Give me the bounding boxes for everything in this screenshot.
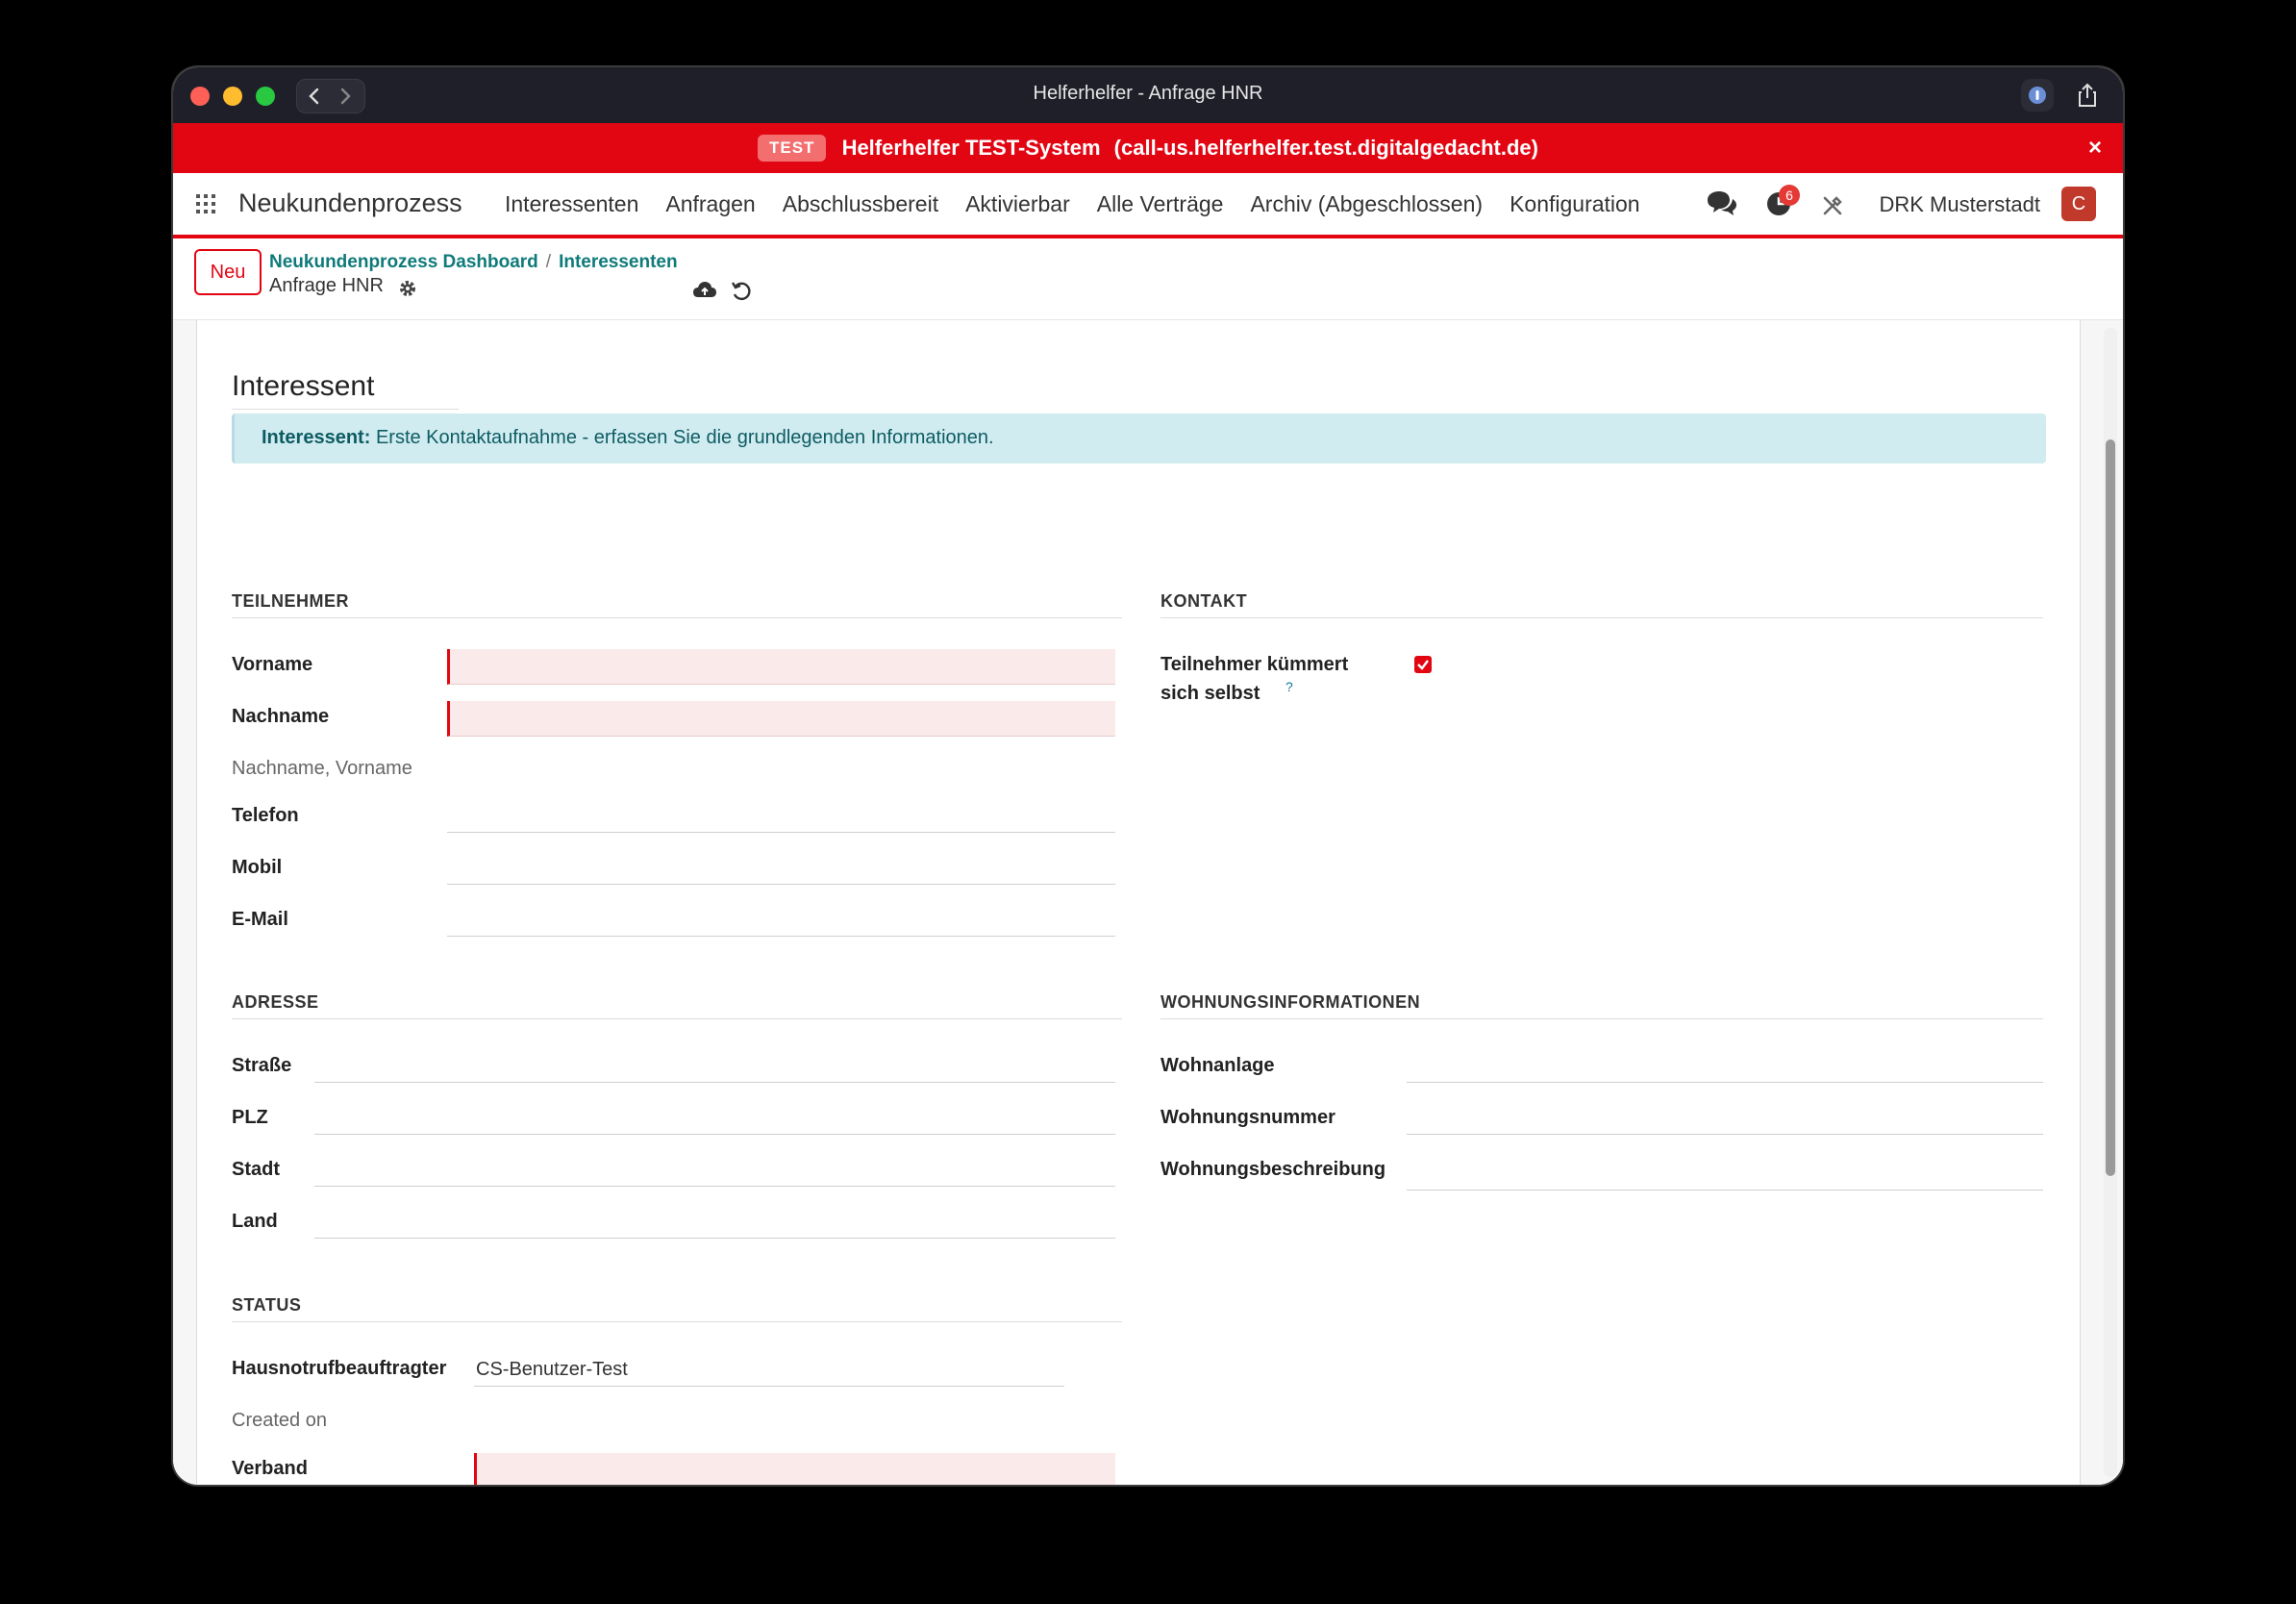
banner-close-button[interactable]: × <box>2088 135 2102 162</box>
label-telefon: Telefon <box>232 805 299 826</box>
checkmark-icon <box>1417 660 1429 670</box>
label-mobil: Mobil <box>232 857 283 878</box>
shield-icon <box>2029 87 2046 104</box>
stadt-input[interactable] <box>314 1151 1115 1187</box>
label-vorname: Vorname <box>232 654 313 675</box>
label-email: E-Mail <box>232 909 288 930</box>
hausnotrufbeauftragter-value: CS-Benutzer-Test <box>476 1359 628 1380</box>
wohnungsbeschreibung-textarea[interactable] <box>1407 1151 2043 1190</box>
alert-message: Erste Kontaktaufnahme - erfassen Sie die… <box>375 427 994 448</box>
window-title: Helferhelfer - Anfrage HNR <box>1033 83 1263 104</box>
title-bar: Helferhelfer - Anfrage HNR <box>173 67 2123 123</box>
user-avatar[interactable]: C <box>2061 187 2096 221</box>
scrollbar-thumb[interactable] <box>2106 439 2115 1176</box>
debug-tools-icon[interactable] <box>1821 194 1844 217</box>
section-kontakt: KONTAKT <box>1160 591 2043 618</box>
verband-select[interactable] <box>474 1453 1115 1485</box>
telefon-input[interactable] <box>447 797 1115 833</box>
wohnungsnummer-input[interactable] <box>1407 1099 2043 1135</box>
test-system-name: Helferhelfer TEST-System <box>841 136 1101 160</box>
breadcrumb: Neukundenprozess Dashboard / Interessenten <box>269 252 678 273</box>
app-brand[interactable]: Neukundenprozess <box>238 188 462 218</box>
label-land: Land <box>232 1211 278 1232</box>
section-wohnung: WOHNUNGSINFORMATIONEN <box>1160 992 2043 1019</box>
plz-input[interactable] <box>314 1099 1115 1135</box>
label-wohnungsnummer: Wohnungsnummer <box>1160 1107 1335 1128</box>
menu-archiv[interactable]: Archiv (Abgeschlossen) <box>1250 191 1483 216</box>
gear-icon[interactable] <box>398 279 417 298</box>
self-care-checkbox[interactable] <box>1414 656 1432 673</box>
browser-window: Helferhelfer - Anfrage HNR TEST Helferhe… <box>173 67 2123 1485</box>
label-plz: PLZ <box>232 1107 268 1128</box>
label-wohnanlage: Wohnanlage <box>1160 1055 1275 1076</box>
email-input[interactable] <box>447 901 1115 937</box>
menu-konfiguration[interactable]: Konfiguration <box>1510 191 1640 216</box>
breadcrumb-interessenten[interactable]: Interessenten <box>559 252 678 272</box>
vertical-scrollbar[interactable] <box>2104 328 2117 1477</box>
section-adresse: ADRESSE <box>232 992 1122 1019</box>
hausnotrufbeauftragter-select[interactable]: CS-Benutzer-Test <box>474 1351 1064 1387</box>
section-teilnehmer: TEILNEHMER <box>232 591 1122 618</box>
discard-undo-icon[interactable] <box>731 281 752 302</box>
form-view: Interessent Interessent: Erste Kontaktau… <box>173 320 2123 1485</box>
menu-alle-vertraege[interactable]: Alle Verträge <box>1097 191 1224 216</box>
label-self-care-line2: sich selbst <box>1160 683 1260 704</box>
menu-abschlussbereit[interactable]: Abschlussbereit <box>783 191 938 216</box>
label-hausnotrufbeauftragter: Hausnotrufbeauftragter <box>232 1358 447 1379</box>
test-system-banner: TEST Helferhelfer TEST-System (call-us.h… <box>173 123 2123 173</box>
share-button[interactable] <box>2071 79 2104 112</box>
control-panel: Neu Neukundenprozess Dashboard / Interesse… <box>173 238 2123 320</box>
share-icon <box>2079 83 2096 107</box>
save-cloud-icon[interactable] <box>692 281 717 300</box>
app-navbar: Neukundenprozess Interessenten Anfragen Ab… <box>173 173 2123 238</box>
breadcrumb-dashboard[interactable]: Neukundenprozess Dashboard <box>269 252 538 272</box>
page-title: Interessent <box>232 370 459 410</box>
label-verband: Verband <box>232 1458 308 1479</box>
nachname-input[interactable] <box>447 701 1115 737</box>
company-switcher[interactable]: DRK Musterstadt <box>1880 192 2041 217</box>
menu-interessenten[interactable]: Interessenten <box>505 191 638 216</box>
land-select[interactable] <box>314 1203 1115 1239</box>
test-system-url: (call-us.helferhelfer.test.digitalgedach… <box>1113 136 1538 160</box>
label-wohnungsbeschreibung: Wohnungsbeschreibung <box>1160 1159 1386 1180</box>
mobil-input[interactable] <box>447 849 1115 885</box>
menu-anfragen[interactable]: Anfragen <box>665 191 755 216</box>
new-record-button[interactable]: Neu <box>194 249 262 295</box>
fullname-display: Nachname, Vorname <box>232 758 412 779</box>
wohnanlage-input[interactable] <box>1407 1047 2043 1083</box>
form-sheet: Interessent Interessent: Erste Kontaktau… <box>196 320 2081 1485</box>
info-alert: Interessent: Erste Kontaktaufnahme - erf… <box>232 414 2046 464</box>
activity-count-badge: 6 <box>1779 185 1800 206</box>
chat-icon[interactable] <box>1706 190 1738 217</box>
privacy-shield-button[interactable] <box>2021 79 2054 112</box>
breadcrumb-separator: / <box>545 252 552 272</box>
label-self-care-line1: Teilnehmer kümmert <box>1160 654 1349 675</box>
strasse-input[interactable] <box>314 1047 1115 1083</box>
test-badge: TEST <box>757 135 827 162</box>
label-created-on: Created on <box>232 1410 327 1431</box>
alert-label: Interessent: <box>262 427 371 448</box>
main-menu: Interessenten Anfragen Abschlussbereit Akti… <box>505 191 1667 217</box>
label-stadt: Stadt <box>232 1159 280 1180</box>
record-name: Anfrage HNR <box>269 275 384 296</box>
vorname-input[interactable] <box>447 649 1115 685</box>
menu-aktivierbar[interactable]: Aktivierbar <box>965 191 1070 216</box>
label-nachname: Nachname <box>232 706 330 727</box>
help-tooltip-icon[interactable]: ? <box>1285 679 1293 694</box>
app-menu-icon[interactable] <box>196 194 215 213</box>
label-strasse: Straße <box>232 1055 292 1076</box>
section-status: STATUS <box>232 1295 1122 1322</box>
